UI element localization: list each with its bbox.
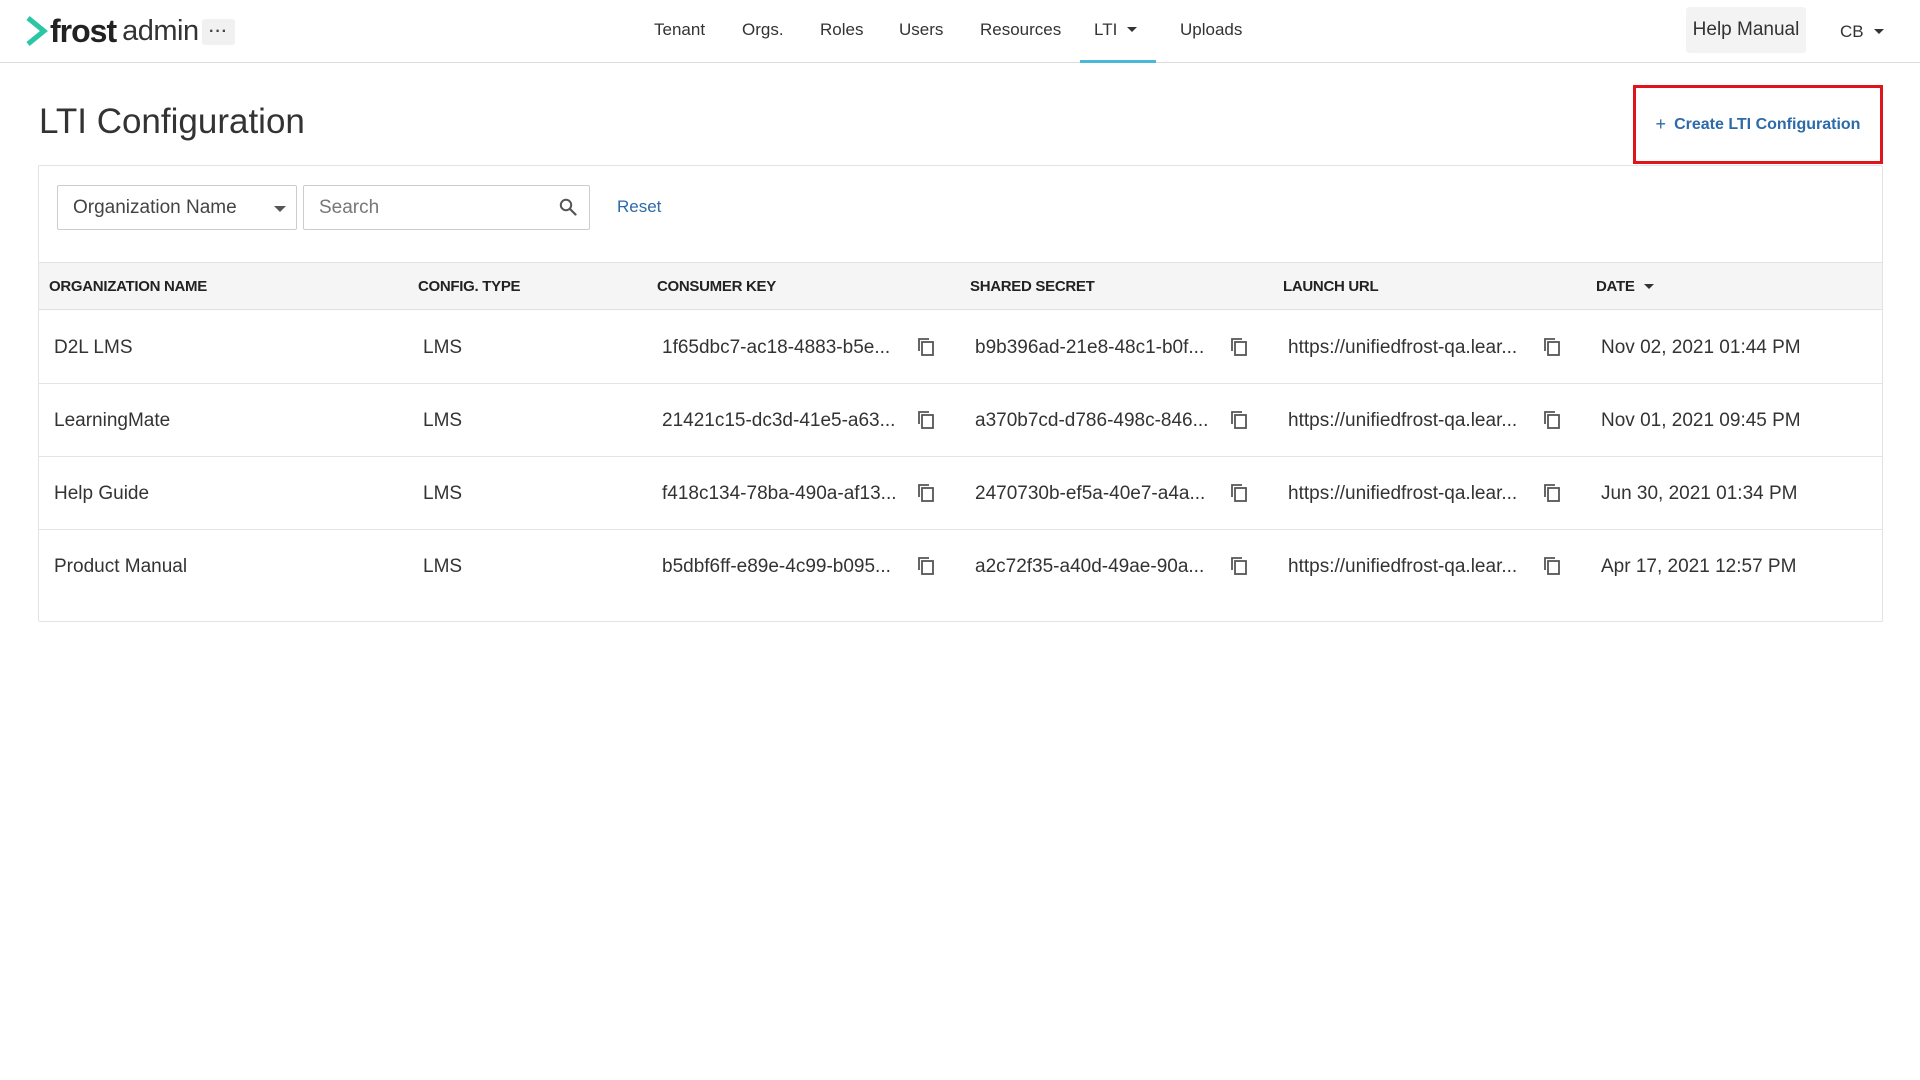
cell-shared-secret: b9b396ad-21e8-48c1-b0f... xyxy=(975,337,1205,358)
user-initials: CB xyxy=(1840,22,1864,41)
cell-config-type: LMS xyxy=(423,483,463,504)
nav-item-lti[interactable]: LTI xyxy=(1094,20,1138,40)
cell-config-type: LMS xyxy=(423,410,463,431)
nav-item-tenant[interactable]: Tenant xyxy=(654,20,705,40)
cell-launch-url: https://unifiedfrost-qa.lear... xyxy=(1288,483,1518,504)
nav-item-orgs[interactable]: Orgs. xyxy=(742,20,784,40)
dropdown-caret-icon xyxy=(274,206,286,212)
help-manual-button[interactable]: Help Manual xyxy=(1686,7,1806,53)
cell-shared-secret: a370b7cd-d786-498c-846... xyxy=(975,410,1209,431)
cell-date: Nov 02, 2021 01:44 PM xyxy=(1601,337,1801,358)
copy-icon[interactable] xyxy=(1543,337,1561,357)
search-icon[interactable] xyxy=(559,198,577,216)
user-menu[interactable]: CB xyxy=(1840,22,1884,42)
nav-item-uploads[interactable]: Uploads xyxy=(1180,20,1242,40)
table-row: LearningMate LMS 21421c15-dc3d-41e5-a63.… xyxy=(39,384,1882,457)
top-navbar: frost admin ··· Tenant Orgs. Roles Users… xyxy=(0,0,1920,63)
column-header-config-type[interactable]: CONFIG. TYPE xyxy=(418,278,521,295)
cell-consumer-key: 1f65dbc7-ac18-4883-b5e... xyxy=(662,337,891,358)
column-header-organization-name[interactable]: ORGANIZATION NAME xyxy=(49,278,207,295)
active-tab-indicator xyxy=(1080,60,1156,63)
create-button-label: Create LTI Configuration xyxy=(1674,115,1861,133)
copy-icon[interactable] xyxy=(1230,337,1248,357)
cell-launch-url: https://unifiedfrost-qa.lear... xyxy=(1288,410,1518,431)
logo-text-frost: frost xyxy=(50,12,117,49)
table-row: Product Manual LMS b5dbf6ff-e89e-4c99-b0… xyxy=(39,530,1882,603)
search-box xyxy=(303,185,590,230)
chevron-down-icon xyxy=(1873,29,1884,35)
nav-item-roles[interactable]: Roles xyxy=(820,20,863,40)
cell-organization-name: D2L LMS xyxy=(54,337,133,358)
column-header-date-label: DATE xyxy=(1596,278,1635,295)
cell-launch-url: https://unifiedfrost-qa.lear... xyxy=(1288,556,1518,577)
copy-icon[interactable] xyxy=(1230,483,1248,503)
chevron-down-icon xyxy=(1127,27,1138,33)
table-header: ORGANIZATION NAME CONFIG. TYPE CONSUMER … xyxy=(39,262,1882,310)
logo-text-admin: admin xyxy=(122,14,199,47)
copy-icon[interactable] xyxy=(1230,556,1248,576)
search-input[interactable] xyxy=(304,186,544,229)
filter-select-value: Organization Name xyxy=(73,196,237,218)
column-header-shared-secret[interactable]: SHARED SECRET xyxy=(970,278,1095,295)
cell-date: Apr 17, 2021 12:57 PM xyxy=(1601,556,1797,577)
cell-config-type: LMS xyxy=(423,337,463,358)
copy-icon[interactable] xyxy=(1543,483,1561,503)
copy-icon[interactable] xyxy=(917,410,935,430)
cell-consumer-key: 21421c15-dc3d-41e5-a63... xyxy=(662,410,896,431)
cell-date: Nov 01, 2021 09:45 PM xyxy=(1601,410,1801,431)
column-header-consumer-key[interactable]: CONSUMER KEY xyxy=(657,278,776,295)
filter-field-select[interactable]: Organization Name xyxy=(57,185,297,230)
nav-item-lti-label: LTI xyxy=(1094,20,1118,39)
create-lti-configuration-button[interactable]: + Create LTI Configuration xyxy=(1633,85,1883,164)
copy-icon[interactable] xyxy=(1543,410,1561,430)
cell-config-type: LMS xyxy=(423,556,463,577)
copy-icon[interactable] xyxy=(917,483,935,503)
cell-launch-url: https://unifiedfrost-qa.lear... xyxy=(1288,337,1518,358)
cell-shared-secret: a2c72f35-a40d-49ae-90a... xyxy=(975,556,1205,577)
frost-admin-logo[interactable]: frost admin xyxy=(26,12,199,49)
copy-icon[interactable] xyxy=(1543,556,1561,576)
plus-icon: + xyxy=(1655,114,1667,134)
column-header-launch-url[interactable]: LAUNCH URL xyxy=(1283,278,1379,295)
cell-organization-name: Help Guide xyxy=(54,483,150,504)
chevron-logo-icon xyxy=(26,16,48,46)
column-header-date[interactable]: DATE xyxy=(1596,278,1654,295)
table-row: D2L LMS LMS 1f65dbc7-ac18-4883-b5e... b9… xyxy=(39,311,1882,384)
nav-item-resources[interactable]: Resources xyxy=(980,20,1061,40)
cell-shared-secret: 2470730b-ef5a-40e7-a4a... xyxy=(975,483,1206,504)
more-icon: ··· xyxy=(209,23,228,40)
copy-icon[interactable] xyxy=(1230,410,1248,430)
page-title: LTI Configuration xyxy=(39,102,305,141)
sort-descending-icon xyxy=(1643,283,1654,289)
lti-config-card: Organization Name Reset ORGANIZATION NAM… xyxy=(38,165,1883,622)
cell-organization-name: LearningMate xyxy=(54,410,171,431)
cell-consumer-key: b5dbf6ff-e89e-4c99-b095... xyxy=(662,556,891,577)
cell-organization-name: Product Manual xyxy=(54,556,188,577)
cell-date: Jun 30, 2021 01:34 PM xyxy=(1601,483,1798,504)
cell-consumer-key: f418c134-78ba-490a-af13... xyxy=(662,483,897,504)
copy-icon[interactable] xyxy=(917,337,935,357)
more-menu-button[interactable]: ··· xyxy=(202,19,235,45)
table-row: Help Guide LMS f418c134-78ba-490a-af13..… xyxy=(39,457,1882,530)
nav-item-users[interactable]: Users xyxy=(899,20,943,40)
copy-icon[interactable] xyxy=(917,556,935,576)
reset-filters-link[interactable]: Reset xyxy=(617,197,661,217)
